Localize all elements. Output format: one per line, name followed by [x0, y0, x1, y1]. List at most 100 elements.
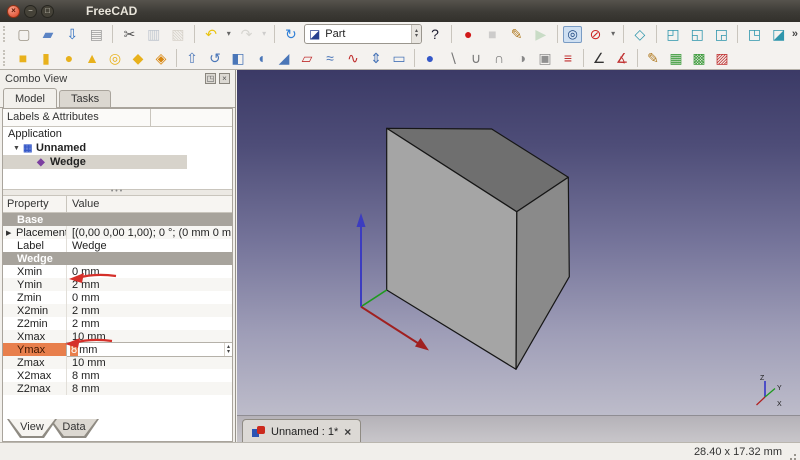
combo-view-title: Combo View	[5, 73, 67, 85]
draw-style-dropdown-button[interactable]: ▾	[609, 24, 618, 44]
property-name: X2min	[17, 305, 48, 317]
whats-this-button[interactable]: ?	[424, 24, 446, 44]
part-cross-sections-button[interactable]: ≡	[557, 48, 579, 68]
window-minimize-button[interactable]: −	[24, 5, 37, 18]
property-row-ymin[interactable]: Ymin2 mm	[3, 278, 232, 291]
part-union-button[interactable]: ∪	[465, 48, 487, 68]
part-loft-button[interactable]: ≈	[319, 48, 341, 68]
part-section-button[interactable]: ◑	[511, 48, 533, 68]
part-fillet-button[interactable]: ◖	[250, 48, 272, 68]
document-tab-close-icon[interactable]: ×	[344, 425, 351, 439]
part-chamfer-button[interactable]: ◢	[273, 48, 295, 68]
window-maximize-button[interactable]: □	[41, 5, 54, 18]
property-group-label: Base	[3, 213, 43, 226]
part-cut-button[interactable]: ∖	[442, 48, 464, 68]
value-spinner[interactable]: ▴▾	[224, 343, 232, 356]
property-row-z2min[interactable]: Z2min2 mm	[3, 317, 232, 330]
panel-float-icon[interactable]: ◳	[205, 73, 216, 84]
new-document-button[interactable]: ▢	[13, 24, 35, 44]
toolbar-overflow-button[interactable]: »	[792, 28, 798, 40]
view-front-button[interactable]: ◰	[662, 24, 684, 44]
view-top-button[interactable]: ◱	[686, 24, 708, 44]
macro-record-button[interactable]: ●	[457, 24, 479, 44]
toolbar-separator	[737, 25, 738, 43]
window-close-button[interactable]: ×	[7, 5, 20, 18]
property-row-placement[interactable]: ▶Placement[(0,00 0,00 1,00); 0 °; (0 mm …	[3, 226, 232, 239]
part-shape-builder-button[interactable]: ◈	[150, 48, 172, 68]
property-row-xmin[interactable]: Xmin0 mm	[3, 265, 232, 278]
measure-toggle-3d-button[interactable]: ▩	[688, 48, 710, 68]
property-name: X2max	[17, 370, 51, 382]
undo-dropdown-button[interactable]: ▾	[224, 24, 233, 44]
part-sweep-button[interactable]: ∿	[342, 48, 364, 68]
wedge-icon: ◆	[37, 157, 50, 168]
tree-item-unnamed[interactable]: ▼ ▦ Unnamed	[3, 141, 232, 155]
resize-grip[interactable]	[794, 454, 796, 456]
property-table-header: Property Value	[3, 196, 232, 213]
save-document-button[interactable]: ⇩	[61, 24, 83, 44]
part-compound-button[interactable]: ▣	[534, 48, 556, 68]
tree-item-application[interactable]: Application	[3, 127, 232, 141]
measure-angular-button[interactable]: ∡	[611, 48, 633, 68]
part-boolean-button[interactable]: ●	[419, 48, 441, 68]
view-bottom-button[interactable]: ◪	[768, 24, 790, 44]
property-row-label[interactable]: LabelWedge	[3, 239, 232, 252]
part-torus-button[interactable]: ◎	[104, 48, 126, 68]
part-create-primitives-button[interactable]: ◆	[127, 48, 149, 68]
property-row-zmax[interactable]: Zmax10 mm	[3, 356, 232, 369]
refresh-button[interactable]: ↻	[280, 24, 302, 44]
open-document-button[interactable]: ▰	[37, 24, 59, 44]
panel-close-icon[interactable]: ×	[219, 73, 230, 84]
property-row-xmax[interactable]: Xmax10 mm	[3, 330, 232, 343]
view-fit-all-button[interactable]: ◎	[563, 26, 583, 43]
measure-clear-button[interactable]: ▨	[711, 48, 733, 68]
part-cylinder-button[interactable]: ▮	[35, 48, 57, 68]
document-tab[interactable]: Unnamed : 1* ×	[242, 419, 361, 443]
tab-view[interactable]: View	[7, 419, 57, 438]
print-button[interactable]: ▤	[85, 24, 107, 44]
part-revolve-button[interactable]: ↺	[204, 48, 226, 68]
macro-edit-button[interactable]: ✎	[505, 24, 527, 44]
workbench-selector-spinner[interactable]: ▴▾	[411, 25, 421, 43]
property-value-editor[interactable]: 8 mm▴▾	[67, 343, 232, 356]
part-box-button[interactable]: ■	[12, 48, 34, 68]
part-intersection-button[interactable]: ∩	[488, 48, 510, 68]
part-mirror-button[interactable]: ◧	[227, 48, 249, 68]
property-row-zmin[interactable]: Zmin0 mm	[3, 291, 232, 304]
tab-model[interactable]: Model	[3, 88, 57, 108]
measure-toggle-all-button[interactable]: ▦	[665, 48, 687, 68]
part-offset-button[interactable]: ⇕	[365, 48, 387, 68]
part-cone-button[interactable]: ▲	[81, 48, 103, 68]
window-title: FreeCAD	[86, 4, 137, 18]
property-name: Zmin	[17, 292, 41, 304]
tab-tasks[interactable]: Tasks	[59, 90, 111, 108]
workbench-selector-value: Part	[325, 28, 345, 40]
part-ruled-surface-button[interactable]: ▱	[296, 48, 318, 68]
3d-viewport[interactable]: Z Y X	[237, 70, 800, 415]
tree-empty-space	[3, 169, 232, 189]
measure-linear-button[interactable]: ∠	[588, 48, 610, 68]
expander-icon[interactable]: ▶	[6, 229, 16, 237]
property-value: [(0,00 0,00 1,00); 0 °; (0 mm 0 m...	[67, 226, 232, 239]
toolbar-drag-handle[interactable]	[3, 26, 8, 42]
measure-refresh-button[interactable]: ✎	[642, 48, 664, 68]
property-row-x2max[interactable]: X2max8 mm	[3, 369, 232, 382]
svg-text:Y: Y	[777, 385, 782, 392]
part-sphere-button[interactable]: ●	[58, 48, 80, 68]
property-row-z2max[interactable]: Z2max8 mm	[3, 382, 232, 395]
view-axonometric-button[interactable]: ◇	[629, 24, 651, 44]
part-extrude-button[interactable]: ⇧	[181, 48, 203, 68]
toolbar-drag-handle[interactable]	[3, 50, 8, 66]
tree-item-wedge[interactable]: ◆ Wedge	[3, 155, 187, 169]
view-right-button[interactable]: ◲	[710, 24, 732, 44]
property-row-ymax[interactable]: Ymax8 mm▴▾	[3, 343, 232, 356]
tree-expander-icon[interactable]: ▼	[13, 145, 23, 152]
view-rear-button[interactable]: ◳	[743, 24, 765, 44]
property-row-x2min[interactable]: X2min2 mm	[3, 304, 232, 317]
part-thickness-button[interactable]: ▭	[388, 48, 410, 68]
draw-style-button[interactable]: ⊘	[584, 24, 606, 44]
cut-button[interactable]: ✂	[118, 24, 140, 44]
panel-splitter[interactable]: •••	[3, 189, 232, 196]
workbench-selector[interactable]: ◪Part▴▾	[304, 24, 422, 44]
undo-button[interactable]: ↶	[200, 24, 222, 44]
